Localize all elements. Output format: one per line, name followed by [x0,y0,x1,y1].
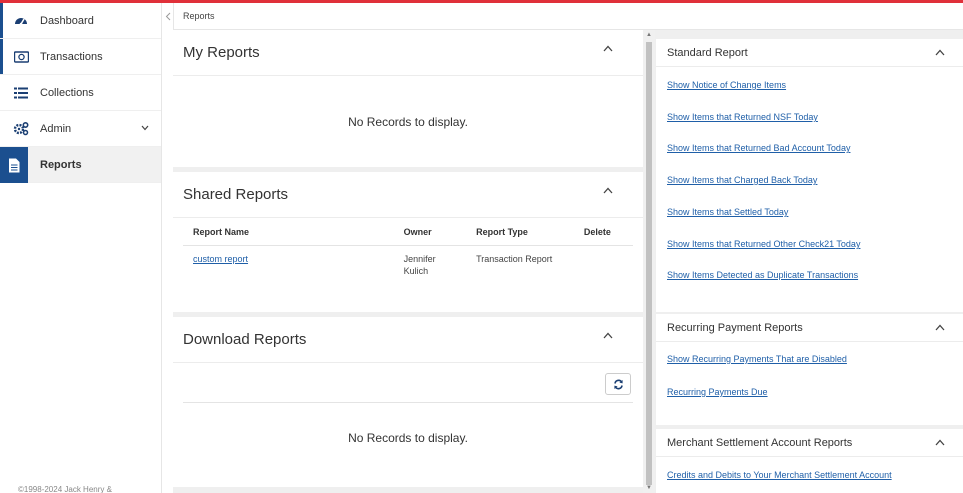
panel-header: Standard Report [656,39,963,67]
right-panel-column: Standard Report Show Notice of Change It… [656,30,963,493]
scroll-down-arrow-icon[interactable]: ▼ [643,483,655,493]
sidebar: Dashboard Transactions Collections Admin… [0,3,162,493]
scroll-thumb[interactable] [646,42,652,485]
report-link[interactable]: Credits and Debits to Your Merchant Sett… [656,470,892,480]
owner-cell: Jennifer Kulich [404,254,476,276]
collapse-sidebar-button[interactable] [163,3,173,29]
collapse-caret-icon[interactable] [935,49,945,59]
sidebar-item-label: Collections [40,86,94,99]
panel-title: Merchant Settlement Account Reports [667,436,853,449]
panel-header: Download Reports [173,317,643,363]
collapse-caret-icon[interactable] [603,332,613,342]
sidebar-item-dashboard[interactable]: Dashboard [0,3,161,39]
table-header: Report Name Owner Report Type Delete [183,218,633,246]
transactions-icon [12,48,30,66]
sidebar-marker [0,39,3,74]
shared-reports-panel: Shared Reports Report Name Owner Report … [173,172,643,312]
dashboard-icon [12,12,30,30]
report-link[interactable]: Show Recurring Payments That are Disable… [656,354,847,364]
sidebar-item-label: Dashboard [40,14,94,27]
report-type-cell: Transaction Report [476,254,553,264]
panel-header: Recurring Payment Reports [656,314,963,342]
owner-first-name: Jennifer [403,254,436,264]
sidebar-item-label: Transactions [40,50,103,63]
admin-gears-icon [12,120,30,138]
report-link[interactable]: Show Items that Charged Back Today [656,175,817,185]
panel-header: My Reports [173,30,643,76]
download-toolbar [183,363,633,403]
column-header: Delete [583,226,611,237]
owner-last-name: Kulich [403,266,429,276]
column-header[interactable]: Report Type [476,227,584,237]
scrollbar[interactable]: ▲ ▼ [643,30,655,493]
panel-header: Merchant Settlement Account Reports [656,429,963,457]
collapse-caret-icon[interactable] [603,187,613,197]
report-link[interactable]: Show Items Detected as Duplicate Transac… [656,270,858,280]
collapse-caret-icon[interactable] [935,439,945,449]
report-name-cell: custom report [193,254,404,276]
report-link[interactable]: Show Items that Settled Today [656,207,788,217]
breadcrumb-current: Reports [183,11,215,21]
panel-title: Download Reports [183,331,307,348]
report-link[interactable]: Recurring Payments Due [656,387,768,397]
reports-document-icon [0,147,28,183]
copyright-text: ©1998-2024 Jack Henry & [18,485,112,493]
scroll-up-arrow-icon[interactable]: ▲ [643,30,655,40]
panel-title: My Reports [183,44,260,61]
sidebar-item-reports[interactable]: Reports [0,147,161,183]
breadcrumb: Reports [173,3,963,30]
report-link[interactable]: custom report [193,254,248,264]
report-link[interactable]: Show Notice of Change Items [656,80,786,90]
sidebar-marker [0,3,3,38]
download-reports-panel: Download Reports No Records to display. [173,317,643,487]
sidebar-item-collections[interactable]: Collections [0,75,161,111]
refresh-button[interactable] [605,373,631,395]
sidebar-item-admin[interactable]: Admin [0,111,161,147]
panel-title: Standard Report [667,46,748,59]
collections-icon [12,84,30,102]
report-link[interactable]: Show Items that Returned Bad Account Tod… [656,143,850,153]
column-header[interactable]: Owner [404,227,476,237]
column-header[interactable]: Report Name [193,227,404,237]
empty-message: No Records to display. [348,115,468,129]
delete-cell [584,254,623,276]
chevron-down-icon [141,123,149,134]
left-panel-column: My Reports No Records to display. Shared… [173,30,643,493]
sidebar-item-label: Reports [40,158,82,171]
report-link[interactable]: Show Items that Returned Other Check21 T… [656,239,860,249]
merchant-settlement-reports-panel: Merchant Settlement Account Reports Cred… [656,429,963,493]
table-row: custom report Jennifer Kulich Transactio… [183,246,633,284]
recurring-payment-reports-panel: Recurring Payment Reports Show Recurring… [656,314,963,425]
sidebar-item-transactions[interactable]: Transactions [0,39,161,75]
collapse-caret-icon[interactable] [935,324,945,334]
panel-header: Shared Reports [173,172,643,218]
standard-report-panel: Standard Report Show Notice of Change It… [656,39,963,312]
panel-title: Shared Reports [183,186,289,203]
my-reports-panel: My Reports No Records to display. [173,30,643,167]
panel-title: Recurring Payment Reports [667,321,803,334]
empty-message: No Records to display. [348,431,468,445]
report-link[interactable]: Show Items that Returned NSF Today [656,112,818,122]
sidebar-item-label: Admin [40,122,72,135]
collapse-caret-icon[interactable] [603,45,613,55]
